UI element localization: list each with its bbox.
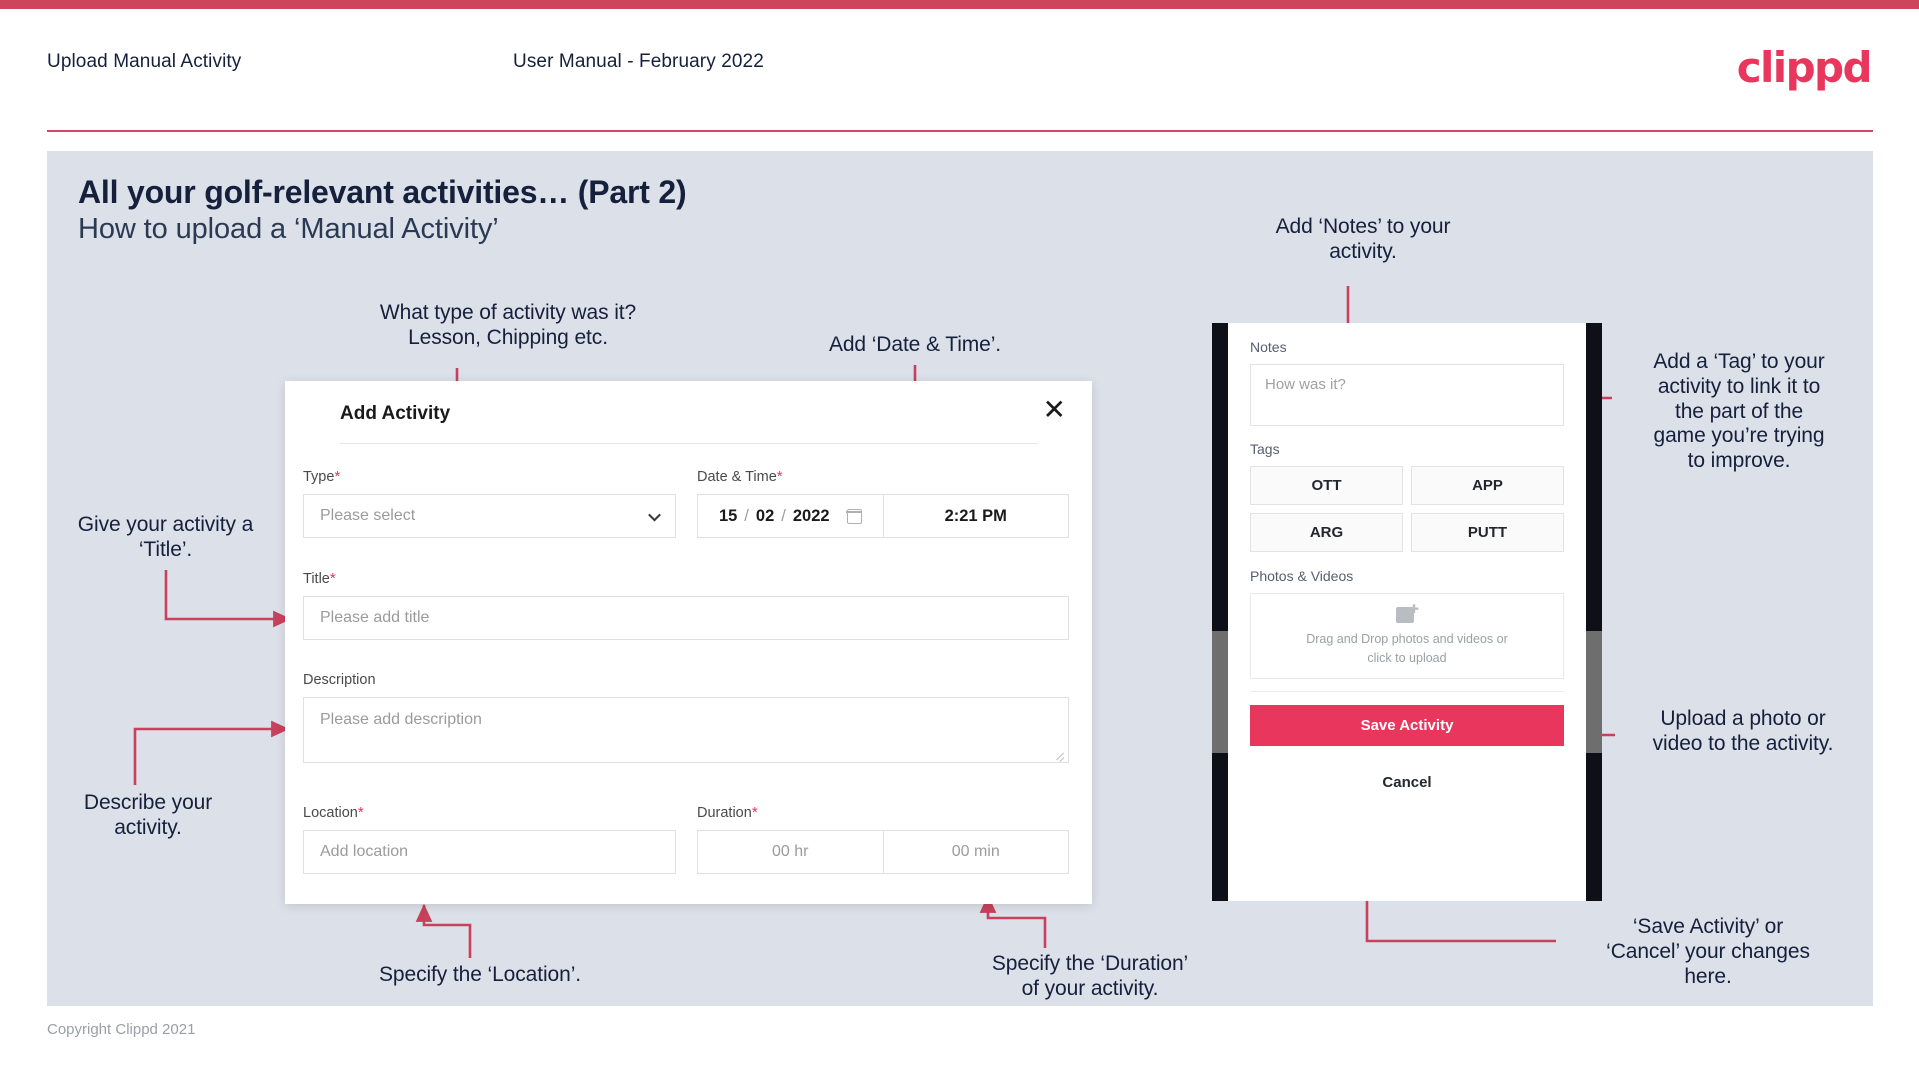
duration-hours-input[interactable]: 00 hr: [698, 831, 884, 873]
field-duration-label: Duration*: [697, 804, 1069, 821]
phone-frame-left: [1212, 323, 1228, 901]
page-title: Upload Manual Activity: [47, 51, 242, 72]
field-type-label: Type*: [303, 468, 676, 485]
duration-hours-placeholder: 00 hr: [772, 843, 809, 860]
field-location-label-text: Location: [303, 805, 358, 821]
clippd-logo: clippd: [1736, 43, 1873, 92]
field-date-time-label: Date & Time*: [697, 468, 1069, 485]
photo-upload-dropzone[interactable]: ✚ Drag and Drop photos and videos or cli…: [1250, 593, 1564, 679]
tag-ott[interactable]: OTT: [1250, 466, 1403, 505]
notes-placeholder: How was it?: [1265, 376, 1346, 393]
required-asterisk: *: [776, 468, 783, 485]
duration-minutes-input[interactable]: 00 min: [884, 831, 1069, 873]
cancel-button[interactable]: Cancel: [1250, 774, 1564, 791]
phone-frame-right: [1586, 323, 1602, 901]
field-type: Type* Please select: [303, 468, 676, 538]
field-description-label: Description: [303, 672, 1069, 688]
field-title-label: Title*: [303, 570, 1069, 587]
date-input[interactable]: 15 / 02 / 2022: [698, 495, 884, 537]
date-day: 15: [718, 506, 738, 525]
field-location: Location* Add location: [303, 804, 676, 874]
top-accent-bar: [0, 0, 1919, 9]
phone-mockup: Notes How was it? Tags OTT APP ARG PUTT …: [1212, 323, 1602, 901]
field-date-time: Date & Time* 15 / 02 / 2022 2:21 PM: [697, 468, 1069, 538]
field-location-label: Location*: [303, 804, 676, 821]
dropzone-line-1: Drag and Drop photos and videos or: [1306, 632, 1508, 647]
page-header: Upload Manual Activity User Manual - Feb…: [0, 9, 1919, 132]
date-sep-1: /: [744, 506, 749, 525]
type-select[interactable]: Please select: [303, 494, 676, 538]
header-subtitle: User Manual - February 2022: [513, 51, 764, 72]
duration-group: 00 hr 00 min: [697, 830, 1069, 874]
field-title-label-text: Title: [303, 571, 330, 587]
date-year: 2022: [792, 506, 830, 525]
required-asterisk: *: [357, 804, 364, 821]
required-asterisk: *: [334, 468, 341, 485]
location-input-placeholder: Add location: [320, 843, 409, 860]
annotation-date-time: Add ‘Date & Time’.: [828, 333, 1002, 356]
field-title: Title* Please add title: [303, 570, 1069, 640]
modal-header: Add Activity ✕: [285, 381, 1092, 443]
title-input-placeholder: Please add title: [320, 609, 430, 626]
field-date-time-label-text: Date & Time: [697, 469, 777, 485]
type-select-placeholder: Please select: [320, 507, 416, 524]
phone-volume-button: [1212, 631, 1228, 753]
description-textarea[interactable]: Please add description: [303, 697, 1069, 763]
duration-minutes-placeholder: 00 min: [951, 843, 1000, 860]
annotation-location: Specify the ‘Location’.: [379, 963, 581, 986]
phone-divider: [1250, 691, 1564, 692]
annotation-type: What type of activity was it? Lesson, Chi…: [379, 301, 637, 349]
resize-handle-icon[interactable]: [1055, 750, 1065, 760]
date-month: 02: [755, 506, 775, 525]
modal-divider: [340, 443, 1038, 444]
location-input[interactable]: Add location: [303, 830, 676, 874]
slide-subtitle: How to upload a ‘Manual Activity’: [78, 213, 499, 245]
title-input[interactable]: Please add title: [303, 596, 1069, 640]
tag-app[interactable]: APP: [1411, 466, 1564, 505]
tag-arg[interactable]: ARG: [1250, 513, 1403, 552]
photos-videos-label: Photos & Videos: [1250, 568, 1354, 584]
slide-title: All your golf-relevant activities… (Part…: [78, 174, 687, 210]
dropzone-line-2: click to upload: [1367, 650, 1447, 665]
annotation-notes: Add ‘Notes’ to your activity.: [1275, 215, 1451, 263]
header-divider: [47, 130, 1873, 132]
date-sep-2: /: [781, 506, 786, 525]
annotation-tag: Add a ‘Tag’ to your activity to link it t…: [1653, 350, 1825, 473]
save-activity-button[interactable]: Save Activity: [1250, 705, 1564, 746]
close-icon[interactable]: ✕: [1043, 396, 1066, 424]
required-asterisk: *: [329, 570, 336, 587]
phone-screen: Notes How was it? Tags OTT APP ARG PUTT …: [1228, 323, 1586, 901]
add-image-icon: ✚: [1396, 602, 1420, 624]
notes-label: Notes: [1250, 339, 1287, 355]
tags-grid: OTT APP ARG PUTT: [1250, 466, 1564, 552]
description-placeholder: Please add description: [320, 711, 482, 728]
time-input[interactable]: 2:21 PM: [884, 495, 1069, 537]
modal-title: Add Activity: [340, 403, 451, 424]
annotation-duration: Specify the ‘Duration’ of your activity.: [991, 952, 1189, 1000]
dropzone-text: Drag and Drop photos and videos or click…: [1306, 630, 1508, 666]
required-asterisk: *: [751, 804, 758, 821]
field-type-label-text: Type: [303, 469, 335, 485]
date-time-group: 15 / 02 / 2022 2:21 PM: [697, 494, 1069, 538]
notes-textarea[interactable]: How was it?: [1250, 364, 1564, 426]
chevron-down-icon: [648, 508, 661, 522]
field-duration-label-text: Duration: [697, 805, 752, 821]
annotation-description: Describe your activity.: [83, 791, 213, 839]
footer-copyright: Copyright Clippd 2021: [47, 1021, 196, 1038]
field-description-label-text: Description: [303, 672, 376, 688]
tags-label: Tags: [1250, 441, 1280, 457]
field-description: Description Please add description: [303, 672, 1069, 763]
annotation-title: Give your activity a ‘Title’.: [77, 513, 254, 561]
time-value: 2:21 PM: [944, 506, 1007, 525]
plus-shape: ✚: [1409, 602, 1420, 617]
phone-power-button: [1586, 631, 1602, 753]
annotation-save-cancel: ‘Save Activity’ or ‘Cancel’ your changes h…: [1606, 915, 1810, 988]
tag-putt[interactable]: PUTT: [1411, 513, 1564, 552]
calendar-icon[interactable]: [845, 508, 862, 524]
field-duration: Duration* 00 hr 00 min: [697, 804, 1069, 874]
annotation-upload: Upload a photo or video to the activity.: [1652, 707, 1834, 755]
